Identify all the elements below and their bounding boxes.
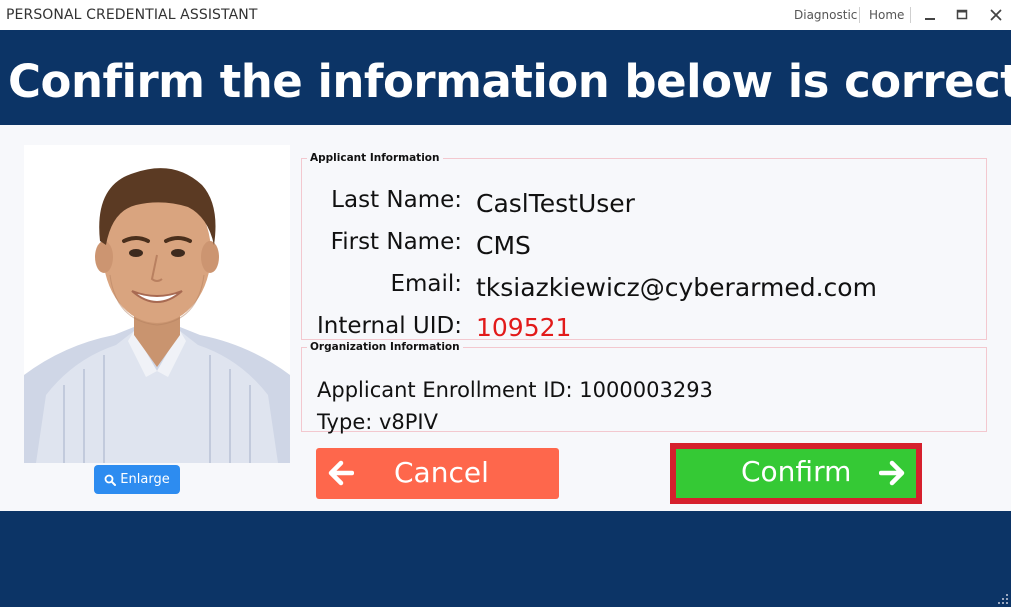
footer-banner [0, 511, 1011, 607]
first-name-label: First Name: [330, 229, 462, 255]
minimize-button[interactable] [918, 4, 942, 26]
maximize-button[interactable] [950, 4, 974, 26]
page-title: Confirm the information below is correct [8, 55, 1011, 108]
applicant-information-legend: Applicant Information [310, 152, 440, 164]
internal-uid-label: Internal UID: [316, 313, 462, 339]
type-text: Type: v8PIV [317, 410, 438, 434]
email-value: tksiazkiewicz@cyberarmed.com [476, 273, 877, 302]
app-title: PERSONAL CREDENTIAL ASSISTANT [6, 7, 258, 23]
first-name-value: CMS [476, 231, 531, 260]
arrow-right-icon [879, 460, 905, 486]
title-bar: PERSONAL CREDENTIAL ASSISTANT Diagnostic… [0, 0, 1011, 30]
title-bar-divider [859, 7, 860, 23]
last-name-row: Last Name: [302, 187, 462, 221]
applicant-information-group: Applicant Information Last Name: CaslTes… [301, 152, 987, 342]
home-link[interactable]: Home [869, 8, 904, 22]
applicant-portrait [24, 145, 290, 463]
arrow-left-icon [328, 460, 354, 486]
cancel-button[interactable]: Cancel [316, 448, 559, 499]
applicant-photo [24, 145, 290, 463]
cancel-label: Cancel [394, 456, 489, 489]
enlarge-button[interactable]: Enlarge [94, 465, 180, 494]
organization-information-legend: Organization Information [310, 341, 460, 353]
close-icon [990, 9, 1002, 21]
last-name-label: Last Name: [331, 187, 462, 213]
app-window: PERSONAL CREDENTIAL ASSISTANT Diagnostic… [0, 0, 1011, 607]
email-label: Email: [390, 271, 462, 297]
diagnostic-link[interactable]: Diagnostic [794, 8, 857, 22]
enrollment-id-text: Applicant Enrollment ID: 1000003293 [317, 378, 713, 402]
header-banner: Confirm the information below is correct [0, 30, 1011, 125]
confirm-button[interactable]: Confirm [676, 449, 916, 498]
enlarge-label: Enlarge [120, 472, 170, 487]
organization-information-group: Organization Information Applicant Enrol… [301, 341, 987, 434]
last-name-value: CaslTestUser [476, 189, 635, 218]
internal-uid-value: 109521 [476, 313, 572, 342]
email-row: Email: [302, 271, 462, 305]
title-bar-divider [910, 7, 911, 23]
search-icon [104, 474, 117, 486]
first-name-row: First Name: [302, 229, 462, 263]
maximize-icon [956, 9, 968, 20]
confirm-label: Confirm [741, 455, 852, 488]
resize-grip-icon[interactable] [997, 593, 1009, 605]
close-button[interactable] [984, 4, 1008, 26]
minimize-icon [925, 18, 935, 20]
